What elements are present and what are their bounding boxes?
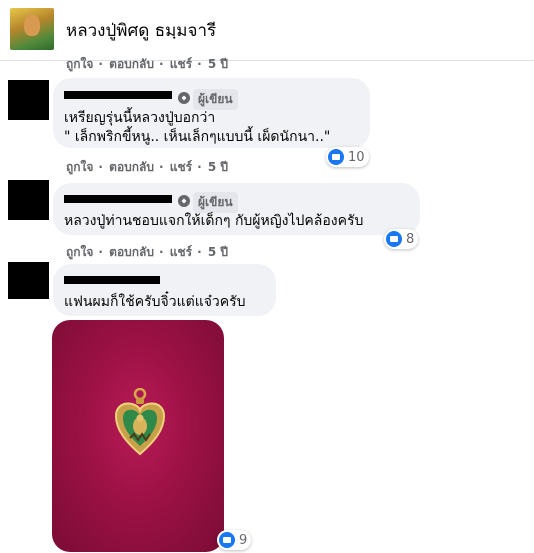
timestamp[interactable]: 5 ปี (208, 57, 228, 71)
like-reaction-icon (328, 149, 344, 165)
like-link[interactable]: ถูกใจ (66, 245, 93, 259)
timestamp[interactable]: 5 ปี (208, 160, 228, 174)
reply-link[interactable]: ตอบกลับ (109, 160, 154, 174)
author-badge-icon (178, 195, 190, 207)
reaction-count-value: 10 (348, 149, 365, 165)
comment-actions: ถูกใจ · ตอบกลับ · แชร์ · 5 ปี (66, 245, 229, 259)
share-link[interactable]: แชร์ (170, 57, 192, 71)
commenter-avatar[interactable] (8, 180, 49, 220)
like-link[interactable]: ถูกใจ (66, 160, 93, 174)
reaction-count[interactable]: 10 (326, 147, 369, 167)
reply-link[interactable]: ตอบกลับ (109, 245, 154, 259)
comment-text: เหรียญรุ่นนี้หลวงปู่บอกว่า (64, 110, 216, 126)
reply-link[interactable]: ตอบกลับ (109, 57, 154, 71)
top-comment-actions: ถูกใจ · ตอบกลับ · แชร์ · 5 ปี (66, 57, 229, 71)
comment-text: " เล็กพริกขี้หนู.. เห็นเล็กๆแบบนี้ เผ็ดน… (64, 129, 331, 145)
commenter-avatar[interactable] (8, 262, 49, 299)
reaction-count-value: 9 (239, 532, 248, 548)
reaction-count[interactable]: 9 (217, 530, 252, 550)
author-badge: ผู้เขียน (193, 192, 238, 213)
comment-text: แฟนผมก็ใช้ครับจิ๋วแต่แจ๋วครับ (64, 294, 246, 310)
page-avatar[interactable] (10, 8, 54, 50)
comment-photo[interactable] (52, 320, 224, 552)
like-reaction-icon (219, 532, 235, 548)
redacted-author-name[interactable] (64, 276, 160, 284)
reaction-count-value: 8 (406, 231, 415, 247)
author-badge: ผู้เขียน (193, 89, 238, 110)
amulet-pendant-image (114, 388, 166, 456)
share-link[interactable]: แชร์ (170, 245, 192, 259)
redacted-author-name[interactable] (64, 91, 172, 99)
reaction-count[interactable]: 8 (384, 229, 419, 249)
timestamp[interactable]: 5 ปี (208, 245, 228, 259)
commenter-avatar[interactable] (8, 80, 49, 120)
share-link[interactable]: แชร์ (170, 160, 192, 174)
author-badge-icon (178, 92, 190, 104)
comment-actions: ถูกใจ · ตอบกลับ · แชร์ · 5 ปี (66, 160, 229, 174)
like-link[interactable]: ถูกใจ (66, 57, 93, 71)
redacted-author-name[interactable] (64, 195, 172, 203)
like-reaction-icon (386, 231, 402, 247)
page-name[interactable]: หลวงปู่พิศดู ธมฺมจารี (66, 17, 216, 44)
comment-text: หลวงปู่ท่านชอบแจกให้เด็กๆ กับผู้หญิงไปคล… (64, 213, 364, 229)
